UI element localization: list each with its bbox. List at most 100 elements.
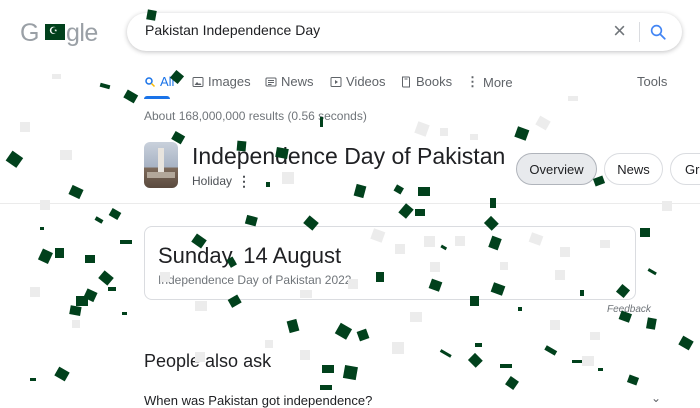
knowledge-panel-subtitle: Holiday (192, 174, 233, 188)
confetti-piece (322, 365, 334, 373)
confetti-piece (108, 287, 116, 291)
confetti-piece (590, 332, 600, 340)
news-icon (265, 77, 277, 86)
confetti-piece (572, 360, 582, 363)
confetti-piece (76, 296, 88, 306)
confetti-piece (418, 187, 430, 196)
search-bar: × (127, 13, 682, 51)
confetti-piece (108, 208, 122, 220)
tab-label: Images (208, 74, 251, 89)
confetti-piece (414, 121, 430, 137)
confetti-piece (678, 335, 694, 351)
tab-books[interactable]: Books (400, 74, 452, 89)
confetti-piece (544, 345, 558, 356)
confetti-piece (626, 374, 640, 386)
confetti-piece (85, 255, 95, 263)
section-divider (0, 203, 700, 204)
more-options-icon[interactable]: ⋮ (237, 173, 251, 190)
tab-label: Books (416, 74, 453, 89)
tab-all[interactable]: All (144, 74, 174, 89)
confetti-piece (475, 343, 482, 347)
confetti-piece (37, 248, 53, 264)
confetti-piece (353, 183, 367, 199)
confetti-piece (535, 115, 551, 131)
confetti-piece (500, 364, 512, 368)
confetti-piece (410, 312, 422, 322)
tab-images[interactable]: Images (192, 74, 251, 89)
confetti-piece (286, 318, 300, 334)
tab-label: More (483, 74, 513, 90)
confetti-piece (40, 200, 50, 210)
confetti-piece (568, 96, 578, 101)
search-input[interactable] (145, 22, 585, 38)
confetti-piece (60, 150, 72, 160)
video-icon (330, 76, 342, 87)
people-also-ask-title: People also ask (144, 351, 272, 371)
confetti-piece (120, 240, 132, 244)
chevron-down-icon[interactable]: ⌄ (651, 391, 661, 405)
confetti-piece (356, 328, 370, 342)
chip-news[interactable]: News (604, 153, 663, 185)
search-icon[interactable] (649, 23, 667, 41)
confetti-piece (195, 301, 207, 311)
confetti-piece (30, 378, 36, 381)
confetti-piece (99, 82, 111, 90)
confetti-piece (415, 209, 425, 216)
image-icon (192, 76, 204, 87)
confetti-piece (470, 134, 478, 140)
holiday-caption: Independence Day of Pakistan 2022 (158, 273, 352, 287)
chip-overview[interactable]: Overview (516, 153, 597, 185)
confetti-piece (550, 320, 560, 330)
monument-base (147, 172, 175, 178)
confetti-piece (582, 356, 594, 366)
search-divider (639, 22, 640, 42)
confetti-piece (282, 172, 294, 184)
book-icon (402, 76, 410, 87)
confetti-piece (94, 216, 104, 224)
chip-more[interactable]: Gr (670, 153, 700, 185)
confetti-piece (69, 305, 82, 316)
confetti-piece (54, 366, 70, 382)
close-icon[interactable]: × (613, 19, 626, 43)
confetti-piece (40, 227, 44, 230)
confetti-piece (439, 349, 452, 358)
confetti-piece (393, 184, 404, 195)
tab-label: News (281, 74, 314, 89)
confetti-piece (83, 288, 98, 303)
confetti-piece (467, 352, 483, 368)
confetti-piece (20, 122, 30, 132)
google-logo[interactable]: Ggle (20, 17, 98, 48)
confetti-piece (68, 184, 84, 200)
feedback-link[interactable]: Feedback (607, 304, 651, 315)
confetti-piece (52, 74, 61, 79)
confetti-piece (647, 268, 657, 276)
people-also-ask-question[interactable]: When was Pakistan got independence? (144, 393, 372, 408)
confetti-piece (123, 89, 139, 104)
confetti-piece (392, 342, 404, 354)
confetti-piece (518, 307, 522, 311)
confetti-piece (300, 350, 310, 360)
confetti-piece (320, 385, 332, 390)
tab-videos[interactable]: Videos (330, 74, 386, 89)
search-icon (145, 76, 156, 87)
tab-label: All (160, 74, 175, 89)
confetti-piece (244, 214, 258, 227)
confetti-piece (30, 287, 40, 297)
knowledge-panel-title: Independence Day of Pakistan (192, 143, 506, 169)
confetti-piece (646, 317, 657, 330)
tab-news[interactable]: News (265, 74, 314, 89)
holiday-date: Sunday, 14 August (158, 243, 342, 268)
result-stats: About 168,000,000 results (0.56 seconds) (144, 109, 367, 123)
tab-label: Videos (346, 74, 386, 89)
confetti-piece (334, 322, 353, 340)
confetti-piece (640, 228, 650, 237)
pakistan-flag-icon (39, 17, 65, 47)
confetti-piece (5, 150, 24, 168)
confetti-piece (598, 368, 603, 371)
logo-letters: gle (65, 19, 98, 47)
confetti-piece (55, 248, 64, 258)
tab-more[interactable]: ⋮ More (466, 74, 513, 90)
minar-e-pakistan-thumbnail[interactable] (144, 142, 178, 188)
confetti-overlay (5, 9, 694, 390)
tools-button[interactable]: Tools (637, 74, 667, 89)
